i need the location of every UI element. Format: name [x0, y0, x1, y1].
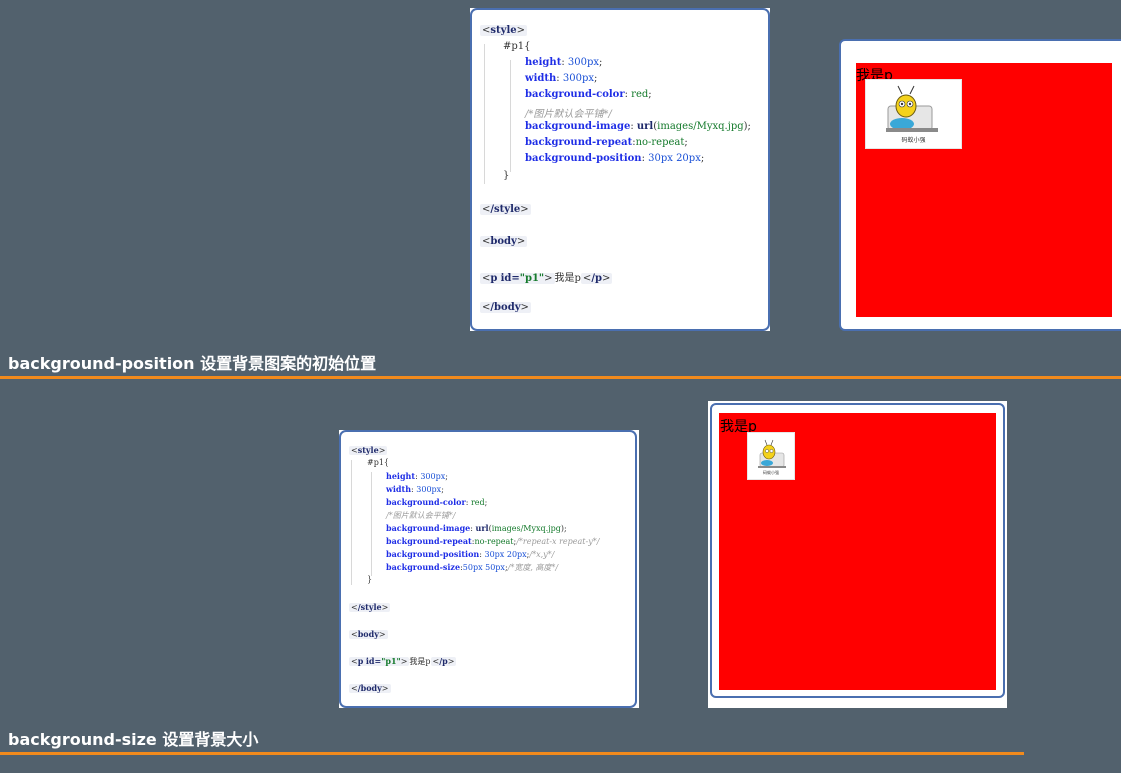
style-open-tag: style: [490, 25, 517, 36]
p-attr: id=: [365, 656, 382, 666]
p-id: "p1": [381, 656, 401, 666]
prop-bgcolor: background-color: [525, 89, 625, 100]
section-caption-position: background-position 设置背景图案的初始位置: [8, 354, 377, 373]
style-close-tag: /style: [357, 602, 382, 612]
func-url: url: [475, 523, 489, 533]
val-bgposition: 30px 20px: [484, 550, 527, 559]
prop-height: height: [525, 57, 562, 68]
p-tag: p: [490, 273, 498, 284]
p-tag: p: [357, 656, 364, 666]
logo-label-2: 码蚁小强: [763, 470, 779, 475]
preview-2: 我是p 码蚁小强: [710, 403, 1005, 698]
close-brace: }: [367, 575, 373, 584]
prop-bgrepeat: background-repeat: [525, 137, 633, 148]
val-bgcolor: red: [631, 89, 649, 100]
comment-xy: /*x,y*/: [529, 550, 555, 559]
comment-tile: /*图片默认会平铺*/: [386, 511, 456, 520]
style-open-tag: style: [357, 445, 379, 455]
val-width: 300px: [562, 73, 594, 84]
val-height: 300px: [567, 57, 600, 68]
func-url: url: [636, 121, 654, 132]
val-bgposition: 30px 20px: [648, 153, 701, 164]
val-height: 300px: [420, 472, 446, 481]
code-listing-2: <style> #p1{ height: 300px; width: 300px…: [349, 445, 600, 693]
comment-size: /*宽度, 高度*/: [507, 563, 559, 572]
p-close-tag: /p: [439, 656, 448, 666]
val-width: 300px: [416, 485, 442, 494]
val-bgrepeat: no-repeat: [474, 537, 514, 546]
prop-width: width: [386, 484, 412, 494]
section-divider-2: [0, 752, 1024, 755]
selector: #p1{: [503, 41, 531, 52]
section-divider-1: [0, 376, 1121, 379]
prop-bgimage: background-image: [386, 523, 471, 533]
logo-label-1: 码蚁小强: [901, 137, 926, 144]
close-brace: }: [503, 170, 510, 181]
body-open-tag: body: [357, 629, 379, 639]
prop-height: height: [386, 471, 416, 481]
p-text: 我是p: [554, 273, 581, 284]
prop-bgsize: background-size: [386, 562, 461, 572]
ant-logo-image-2: 码蚁小强: [747, 432, 795, 480]
prop-bgposition: background-position: [525, 153, 642, 164]
val-bgcolor: red: [470, 498, 485, 507]
p-attr: id=: [500, 273, 520, 284]
val-bgimage: images/Myxq.jpg: [657, 121, 744, 132]
comment-tile: /*图片默认会平铺*/: [525, 109, 612, 120]
body-open-tag: body: [490, 236, 517, 247]
val-bgrepeat: no-repeat: [635, 137, 685, 148]
prop-bgimage: background-image: [525, 121, 631, 132]
section-caption-size: background-size 设置背景大小: [8, 730, 259, 749]
prop-bgposition: background-position: [386, 549, 480, 559]
code-listing-1: <style> #p1{ height: 300px; width: 300px…: [480, 25, 751, 313]
preview-1: 我是p 码蚁小强: [839, 39, 1121, 331]
body-close-tag: /body: [490, 302, 521, 313]
body-close-tag: /body: [357, 683, 382, 693]
selector: #p1{: [367, 458, 390, 467]
p-text: 我是p: [409, 657, 431, 666]
ant-logo-image-1: 码蚁小强: [865, 79, 962, 149]
prop-bgrepeat: background-repeat: [386, 536, 472, 546]
p-id: "p1": [519, 273, 545, 284]
val-bgsize: 50px 50px: [462, 563, 505, 572]
comment-repeat: /*repeat-x repeat-y*/: [516, 537, 600, 546]
p-close-tag: /p: [591, 273, 602, 284]
prop-bgcolor: background-color: [386, 497, 466, 507]
code-screenshot-1: <style> #p1{ height: 300px; width: 300px…: [470, 8, 770, 331]
style-close-tag: /style: [490, 204, 521, 215]
val-bgimage: images/Myxq.jpg: [491, 524, 561, 533]
prop-width: width: [525, 73, 557, 84]
code-screenshot-2: <style> #p1{ height: 300px; width: 300px…: [339, 430, 639, 708]
